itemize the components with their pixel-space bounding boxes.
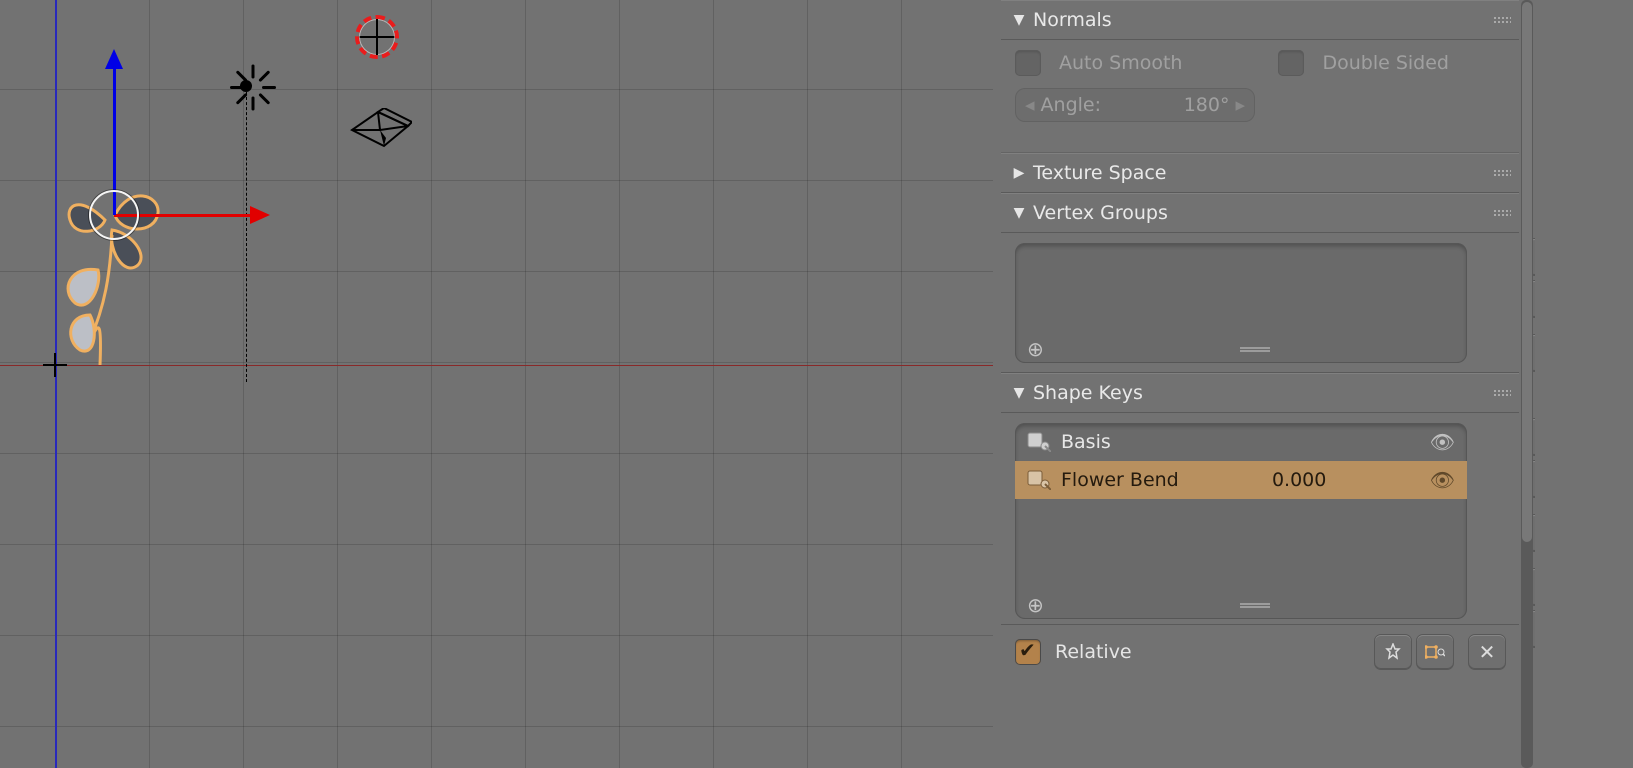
angle-value: 180° bbox=[1184, 94, 1236, 116]
relative-label: Relative bbox=[1055, 641, 1132, 663]
panel-title: Texture Space bbox=[1033, 162, 1167, 184]
double-sided-checkbox[interactable] bbox=[1278, 50, 1304, 76]
panel-body-shape-keys: Basis 👁 Flower Bend 0.000 👁 ⊕ bbox=[1001, 413, 1519, 625]
scrollbar-thumb[interactable] bbox=[1522, 2, 1532, 542]
shape-keys-list[interactable]: Basis 👁 Flower Bend 0.000 👁 ⊕ bbox=[1015, 423, 1467, 619]
viewport-grid bbox=[0, 0, 993, 768]
cursor-3d-icon bbox=[377, 37, 378, 38]
relative-checkbox[interactable] bbox=[1015, 639, 1041, 665]
visibility-eye-icon[interactable]: 👁 bbox=[1430, 468, 1455, 492]
gizmo-center[interactable] bbox=[89, 190, 139, 240]
disclosure-triangle-icon[interactable] bbox=[1011, 12, 1027, 28]
shape-key-item-flower-bend[interactable]: Flower Bend 0.000 👁 bbox=[1015, 461, 1467, 499]
shapekey-icon bbox=[1027, 432, 1051, 452]
panel-title: Vertex Groups bbox=[1033, 202, 1168, 224]
chevron-left-icon[interactable] bbox=[1025, 94, 1035, 116]
list-resize-grip-icon[interactable] bbox=[1240, 603, 1270, 608]
panel-header-normals[interactable]: Normals bbox=[1001, 0, 1519, 40]
panel-header-vertex-groups[interactable]: Vertex Groups bbox=[1001, 193, 1519, 233]
disclosure-triangle-icon[interactable] bbox=[1011, 385, 1027, 401]
properties-panel: Normals Auto Smooth Double Sided Angle: … bbox=[993, 0, 1633, 768]
angle-number-field[interactable]: Angle: 180° bbox=[1015, 88, 1255, 122]
disclosure-triangle-icon[interactable] bbox=[1011, 205, 1027, 221]
shape-key-item-basis[interactable]: Basis 👁 bbox=[1015, 423, 1467, 461]
transform-gizmo[interactable] bbox=[114, 215, 115, 216]
camera-object-icon[interactable] bbox=[350, 108, 412, 150]
drag-grip-icon[interactable] bbox=[1493, 169, 1511, 177]
visibility-eye-icon[interactable]: 👁 bbox=[1430, 430, 1455, 454]
panel-title: Normals bbox=[1033, 9, 1112, 31]
angle-label: Angle: bbox=[1035, 94, 1184, 116]
panel-header-texture-space[interactable]: Texture Space bbox=[1001, 153, 1519, 193]
axis-y bbox=[55, 0, 57, 768]
list-add-small-icon[interactable]: ⊕ bbox=[1027, 595, 1044, 615]
vertex-groups-list[interactable]: ⊕ bbox=[1015, 243, 1467, 363]
auto-smooth-label: Auto Smooth bbox=[1059, 52, 1182, 74]
shape-key-relative-row: Relative ✕ bbox=[1001, 625, 1519, 673]
viewport-3d[interactable] bbox=[0, 0, 993, 768]
drag-grip-icon[interactable] bbox=[1493, 209, 1511, 217]
drag-grip-icon[interactable] bbox=[1493, 389, 1511, 397]
panel-body-normals: Auto Smooth Double Sided Angle: 180° bbox=[1001, 40, 1519, 153]
auto-smooth-checkbox[interactable] bbox=[1015, 50, 1041, 76]
properties-scrollbar[interactable] bbox=[1521, 0, 1533, 768]
clear-shape-key-button[interactable]: ✕ bbox=[1469, 635, 1505, 669]
lamp-object-icon[interactable] bbox=[246, 86, 247, 87]
panel-title: Shape Keys bbox=[1033, 382, 1143, 404]
chevron-right-icon[interactable] bbox=[1235, 94, 1245, 116]
disclosure-triangle-icon[interactable] bbox=[1011, 165, 1027, 181]
shape-key-name: Basis bbox=[1061, 431, 1111, 453]
double-sided-label: Double Sided bbox=[1322, 52, 1449, 74]
shape-key-name: Flower Bend bbox=[1061, 469, 1179, 491]
editor-gutter bbox=[1535, 0, 1633, 768]
drag-grip-icon[interactable] bbox=[1493, 16, 1511, 24]
pin-shape-key-button[interactable] bbox=[1375, 635, 1411, 669]
shape-key-edit-mode-button[interactable] bbox=[1417, 635, 1453, 669]
shape-key-value[interactable]: 0.000 bbox=[1272, 469, 1326, 491]
panel-header-shape-keys[interactable]: Shape Keys bbox=[1001, 373, 1519, 413]
list-add-small-icon[interactable]: ⊕ bbox=[1027, 339, 1044, 359]
panel-body-vertex-groups: ⊕ ＋ － bbox=[1001, 233, 1519, 373]
list-resize-grip-icon[interactable] bbox=[1240, 347, 1270, 352]
shapekey-icon bbox=[1027, 470, 1051, 490]
